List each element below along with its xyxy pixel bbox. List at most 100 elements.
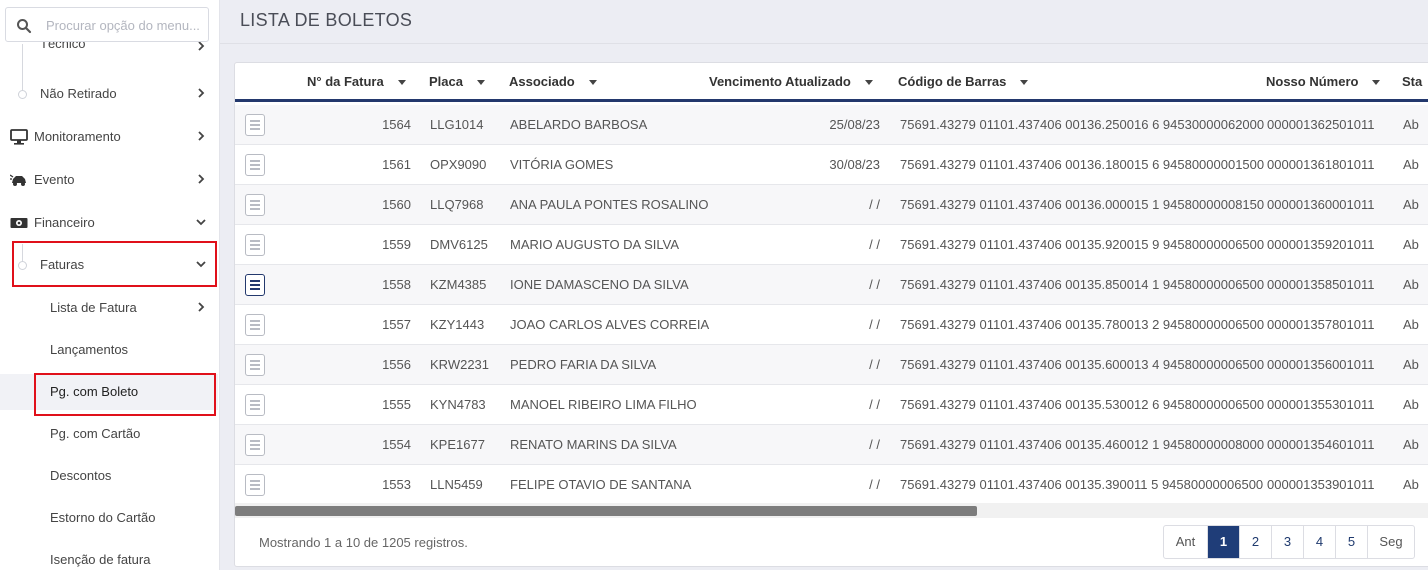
column-header-nosso-numero[interactable]: Nosso Número [1266,74,1381,89]
sort-caret-icon [397,80,406,86]
cell-placa: KPE1677 [430,437,485,452]
cell-codigo-de-barras: 75691.43279 01101.437406 00136.250016 6 … [900,117,1265,132]
cell-fatura: 1554 [382,437,411,452]
column-header-vencimento[interactable]: Vencimento Atualizado [709,74,873,89]
sidebar-item-nao-retirado[interactable]: Não Retirado [0,76,218,112]
cell-nosso-numero: 000001358501011 [1267,277,1375,292]
document-icon[interactable] [245,354,265,376]
cell-placa: LLN5459 [430,477,483,492]
table-row[interactable]: 1553 LLN5459 FELIPE OTAVIO DE SANTANA / / 75… [235,465,1428,505]
sort-caret-icon [1372,80,1381,86]
cell-fatura: 1564 [382,117,411,132]
document-icon[interactable] [245,274,265,296]
document-icon[interactable] [245,434,265,456]
pagination-page-5[interactable]: 5 [1336,526,1368,558]
cell-status: Ab [1403,317,1419,332]
cell-vencimento: / / [869,237,880,252]
cell-fatura: 1556 [382,357,411,372]
horizontal-scrollbar[interactable] [235,503,1428,518]
column-header-codigo-de-barras[interactable]: Código de Barras [898,74,1029,89]
sidebar-item-isencao-de-fatura[interactable]: Isenção de fatura [0,542,218,570]
cell-nosso-numero: 000001356001011 [1267,357,1375,372]
sidebar-item-descontos[interactable]: Descontos [0,458,218,494]
sidebar-item-lancamentos[interactable]: Lançamentos [0,332,218,368]
document-icon[interactable] [245,394,265,416]
table-row[interactable]: 1559 DMV6125 MARIO AUGUSTO DA SILVA / / 7569… [235,225,1428,265]
menu-search-box[interactable] [5,7,209,42]
sort-caret-icon [476,80,485,86]
cell-associado: MARIO AUGUSTO DA SILVA [510,237,680,252]
sidebar-item-tecnico[interactable]: Técnico [0,42,218,62]
pagination-page-3[interactable]: 3 [1272,526,1304,558]
column-header-associado[interactable]: Associado [509,74,597,89]
cell-associado: ABELARDO BARBOSA [510,117,648,132]
table-row[interactable]: 1561 OPX9090 VITÓRIA GOMES 30/08/23 75691.43… [235,145,1428,185]
cell-placa: KZM4385 [430,277,487,292]
page-title: LISTA DE BOLETOS [240,10,413,30]
cell-vencimento: 30/08/23 [829,157,880,172]
sidebar-item-lista-de-fatura[interactable]: Lista de Fatura [0,290,218,326]
pagination-page-2[interactable]: 2 [1240,526,1272,558]
column-header-status[interactable]: Sta [1402,74,1422,89]
sidebar-item-evento[interactable]: Evento [0,162,218,198]
document-icon[interactable] [245,114,265,136]
document-icon[interactable] [245,314,265,336]
sidebar-item-financeiro[interactable]: Financeiro [0,205,218,241]
cell-codigo-de-barras: 75691.43279 01101.437406 00135.850014 1 … [900,277,1265,292]
scrollbar-thumb[interactable] [235,506,977,516]
chevron-down-icon [196,219,206,226]
sidebar-item-label: Técnico [40,42,86,51]
cell-nosso-numero: 000001354601011 [1267,437,1375,452]
highlight-box [12,241,217,287]
cell-nosso-numero: 000001353901011 [1267,477,1375,492]
sidebar-item-label: Financeiro [34,215,95,230]
chevron-right-icon [198,174,205,184]
cell-associado: JOAO CARLOS ALVES CORREIA [510,317,710,332]
cell-associado: RENATO MARINS DA SILVA [510,437,677,452]
sidebar-item-monitoramento[interactable]: Monitoramento [0,119,218,155]
sort-caret-icon [588,80,597,86]
sidebar-item-estorno-do-cartao[interactable]: Estorno do Cartão [0,500,218,536]
cell-fatura: 1558 [382,277,411,292]
column-header-fatura[interactable]: N° da Fatura [307,74,406,89]
pagination-page-1[interactable]: 1 [1208,526,1240,558]
cell-associado: VITÓRIA GOMES [510,157,614,172]
cell-codigo-de-barras: 75691.43279 01101.437406 00135.530012 6 … [900,397,1265,412]
table-row[interactable]: 1564 LLG1014 ABELARDO BARBOSA 25/08/23 75691… [235,105,1428,145]
sidebar-item-label: Isenção de fatura [50,552,151,567]
sidebar-item-label: Não Retirado [40,86,117,101]
pagination-next-button[interactable]: Seg [1368,526,1414,558]
table-row[interactable]: 1556 KRW2231 PEDRO FARIA DA SILVA / / 75691.… [235,345,1428,385]
document-icon[interactable] [245,194,265,216]
document-icon[interactable] [245,234,265,256]
cell-codigo-de-barras: 75691.43279 01101.437406 00135.920015 9 … [900,237,1265,252]
sidebar-item-label: Estorno do Cartão [50,510,156,525]
cell-placa: KZY1443 [430,317,485,332]
table-row[interactable]: 1560 LLQ7968 ANA PAULA PONTES ROSALINO / / 7… [235,185,1428,225]
sidebar-item-label: Descontos [50,468,112,483]
pagination-page-4[interactable]: 4 [1304,526,1336,558]
cell-nosso-numero: 000001355301011 [1267,397,1375,412]
sort-caret-icon [864,80,873,86]
table-row[interactable]: 1554 KPE1677 RENATO MARINS DA SILVA / / 7569… [235,425,1428,465]
document-icon[interactable] [245,474,265,496]
pagination-prev-button[interactable]: Ant [1164,526,1208,558]
sidebar-item-label: Monitoramento [34,129,121,144]
cell-placa: KYN4783 [430,397,486,412]
cell-placa: LLQ7968 [430,197,484,212]
column-header-placa[interactable]: Placa [429,74,485,89]
search-icon [17,19,32,34]
chevron-right-icon [198,131,205,141]
sidebar-item-pg-com-cartao[interactable]: Pg. com Cartão [0,416,218,452]
menu-search-input[interactable] [46,15,204,35]
table-row[interactable]: 1555 KYN4783 MANOEL RIBEIRO LIMA FILHO / / 7… [235,385,1428,425]
cell-status: Ab [1403,237,1419,252]
sidebar: Técnico Não Retirado Monitoramento Event… [0,0,220,570]
sidebar-item-label: Evento [34,172,75,187]
sort-caret-icon [1020,80,1029,86]
document-icon[interactable] [245,154,265,176]
sidebar-item-label: Pg. com Cartão [50,426,141,441]
table-row[interactable]: 1558 KZM4385 IONE DAMASCENO DA SILVA / / 756… [235,265,1428,305]
cell-placa: OPX9090 [430,157,487,172]
table-row[interactable]: 1557 KZY1443 JOAO CARLOS ALVES CORREIA / / 7… [235,305,1428,345]
